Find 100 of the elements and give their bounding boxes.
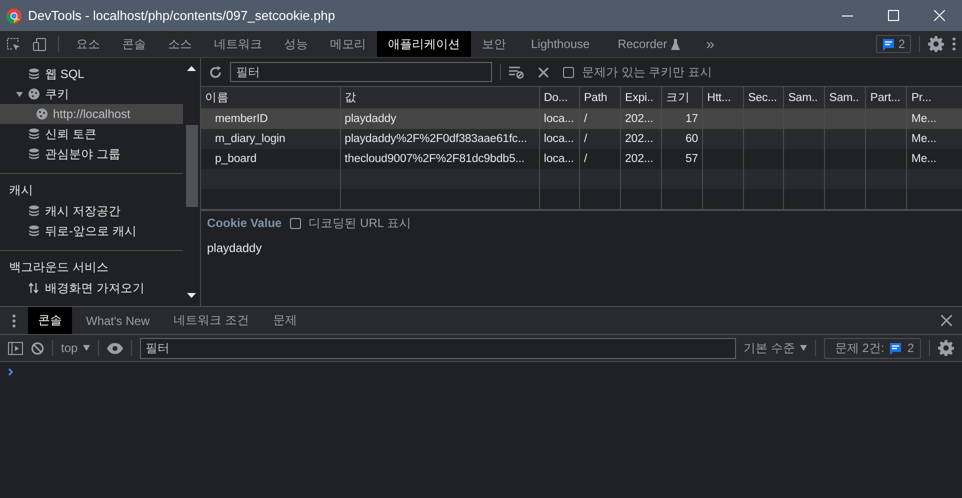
sidebar-item[interactable]: 신뢰 토큰 [0,124,183,144]
window-title: DevTools - localhost/php/contents/097_setcookie.php [28,8,336,23]
table-cell: 202... [625,113,654,125]
column-header[interactable]: Pr... [906,87,962,108]
database-icon [28,68,40,80]
dropdown-triangle-icon [800,345,807,351]
dropdown-triangle-icon [82,345,90,351]
panel-tab[interactable]: 요소 [65,31,111,57]
sidebar-toggle-icon[interactable] [8,342,23,354]
database-icon [28,128,40,140]
column-header[interactable]: Sam.. [784,87,825,108]
column-header[interactable]: Part... [866,87,907,108]
database-icon [28,205,40,217]
column-header[interactable]: 이름 [201,87,340,108]
column-header[interactable]: Htt... [702,87,744,108]
more-tabs-button[interactable]: » [694,31,726,57]
table-cell: Me... [911,133,936,145]
checkbox[interactable] [290,218,301,228]
table-cell: thecloud9007%2F%2F81dc9bdb5... [344,153,525,165]
sidebar-item[interactable]: 배경화면 가져오기 [0,278,183,298]
drawer-tab[interactable]: 콘솔 [28,307,72,334]
table-cell: playdaddy%2F%2F0df383aae61fc... [344,133,527,145]
column-header[interactable]: Path [579,87,621,108]
panel-tab[interactable]: 애플리케이션 [377,31,471,57]
checkbox-label: 문제가 있는 쿠키만 표시 [582,64,712,80]
table-cell: p_board [215,153,257,165]
filter-field[interactable]: 필터 [230,62,492,82]
panel-tab[interactable]: 소스 [157,31,203,57]
database-icon [28,148,40,160]
column-header[interactable]: 크기 [662,87,703,108]
table-cell: loca... [544,113,574,125]
table-cell: Me... [911,113,936,125]
sidebar-item[interactable]: 관심분야 그룹 [0,144,183,164]
table-cell: Me... [911,153,936,165]
table-cell: 60 [686,133,698,145]
sidebar-item[interactable]: 캐시 저장공간 [0,201,183,221]
cookie-icon [28,88,40,100]
panel-tab[interactable]: 콘솔 [111,31,157,57]
clear-console-icon[interactable] [31,342,44,354]
table-cell: 57 [686,153,698,165]
refresh-icon[interactable] [209,66,222,78]
table-cell: / [584,153,588,165]
column-header[interactable]: Sec... [744,87,784,108]
column-header[interactable]: 값 [340,87,540,108]
maximize-icon[interactable] [888,10,898,21]
table-row[interactable]: memberID playdaddy loca... / 202... 17 Me... [201,108,962,129]
column-header[interactable]: Expi.. [620,87,662,108]
cookie-value-text: playdaddy [207,241,263,255]
table-cell: m_diary_login [215,133,286,145]
eye-icon[interactable] [106,342,123,354]
close-icon[interactable] [941,315,952,326]
column-header[interactable]: Do... [539,87,580,108]
cookie-value-title: Cookie Value [207,216,282,230]
sidebar-item[interactable]: http://localhost [0,104,183,124]
settings-icon[interactable] [938,340,954,356]
table-cell: memberID [215,113,268,125]
context-dropdown[interactable]: top [61,341,90,355]
checkbox-label: 디코딩된 URL 표시 [308,214,411,232]
up-down-arrows-icon [28,282,40,294]
drawer-tab[interactable]: 문제 [262,307,307,334]
sidebar-section-title: 캐시 [8,182,34,198]
database-icon [28,225,40,237]
clear-filtered-icon[interactable] [509,66,524,78]
drawer-tab[interactable]: What's New [76,307,160,334]
message-icon [889,342,902,354]
panel-tab[interactable]: Recorder [604,31,694,57]
scrollbar-thumb[interactable] [186,125,198,207]
sidebar-section-title: 백그라운드 서비스 [8,258,110,276]
column-header[interactable]: Sam.. [824,87,866,108]
panel-tab[interactable]: 네트워크 [203,31,273,57]
table-cell: 202... [625,133,654,145]
table-cell: 17 [686,113,698,125]
table-cell: loca... [544,153,574,165]
more-options-icon[interactable] [952,37,956,51]
table-cell: / [584,113,588,125]
settings-icon[interactable] [928,36,944,52]
browser-logo-icon [6,8,22,24]
delete-icon[interactable] [538,66,549,78]
issues-button[interactable]: 문제 2건: 2 [824,338,921,358]
table-cell: playdaddy [344,113,396,125]
table-row[interactable]: m_diary_login playdaddy%2F%2F0df383aae61fc... loca... / 202... 60 Me... [201,129,962,149]
panel-tab[interactable]: 보안 [471,31,517,57]
panel-tab[interactable]: 성능 [273,31,319,57]
log-levels-dropdown[interactable]: 기본 수준 [744,340,807,356]
scroll-down-icon[interactable] [187,293,196,298]
sidebar-item[interactable]: 쿠키 [0,84,183,104]
expanded-triangle-icon[interactable] [16,90,23,98]
filter-field[interactable]: 필터 [140,338,736,358]
table-cell: / [584,133,588,145]
checkbox[interactable] [563,66,574,78]
panel-tab[interactable]: 메모리 [319,31,377,57]
panel-tab[interactable]: Lighthouse [517,31,604,57]
issues-button[interactable]: 2 [876,35,911,53]
cookie-icon [36,108,48,120]
prompt-chevron-icon [8,368,14,376]
sidebar-item[interactable]: 뒤로-앞으로 캐시 [0,221,183,241]
drawer-tab[interactable]: 네트워크 조건 [164,307,259,334]
message-icon [882,38,896,50]
sidebar-item[interactable]: 웹 SQL [0,64,183,84]
scroll-up-icon[interactable] [187,66,196,71]
